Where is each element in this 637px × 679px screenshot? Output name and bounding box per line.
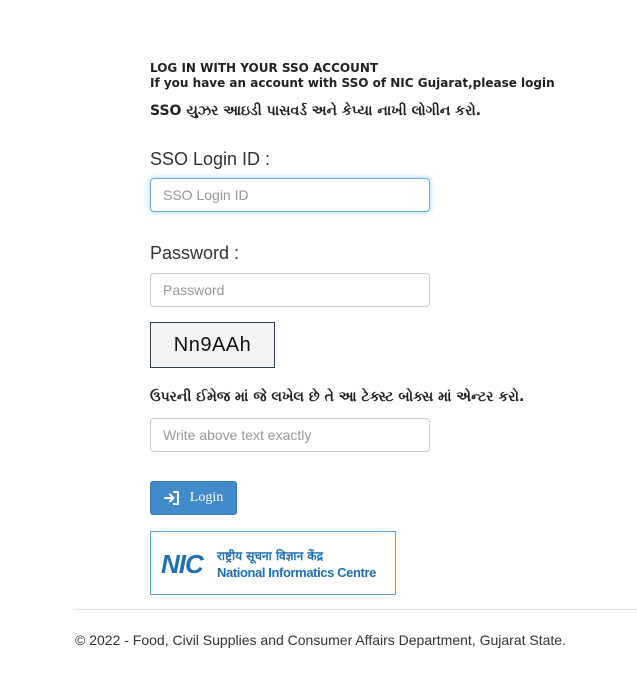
login-instruction-gujarati: SSO યુઝર આઇડી પાસવર્ડ અને કેપ્યા નાખી લો… [150, 103, 482, 119]
password-label: Password : [150, 243, 240, 263]
sign-in-icon [163, 491, 179, 505]
login-subheading: If you have an account with SSO of NIC G… [150, 76, 555, 90]
nic-logo-hindi-text: राष्ट्रीय सूचना विज्ञान केंद्र [217, 549, 323, 563]
captcha-input[interactable] [150, 418, 430, 452]
login-heading: LOG IN WITH YOUR SSO ACCOUNT [150, 61, 379, 75]
captcha-image: Nn9AAh [150, 322, 275, 368]
sso-login-id-label: SSO Login ID : [150, 149, 271, 169]
sso-login-id-input[interactable] [150, 178, 430, 212]
login-button-label: Login [189, 490, 224, 505]
captcha-instruction-gujarati: ઉપરની ઈમેજ માં જે લખેલ છે તે આ ટેક્સ્ટ બ… [150, 389, 525, 405]
password-input[interactable] [150, 273, 430, 307]
nic-logo-english-text: National Informatics Centre [217, 565, 376, 580]
footer-copyright: © 2022 - Food, Civil Supplies and Consum… [75, 632, 566, 648]
captcha-text: Nn9AAh [173, 333, 252, 356]
nic-logo-letters: NIC [161, 549, 204, 579]
nic-logo: NIC राष्ट्रीय सूचना विज्ञान केंद्र Natio… [150, 531, 396, 595]
login-button[interactable]: Login [150, 481, 237, 515]
footer-divider [75, 609, 637, 610]
